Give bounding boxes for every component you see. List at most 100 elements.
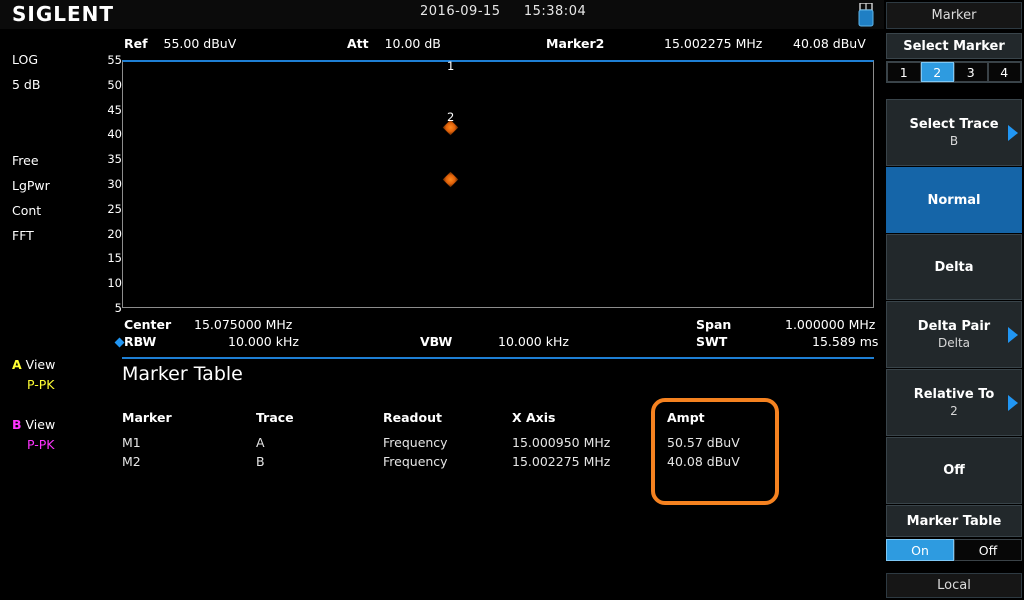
- siglent-logo: SIGLENT: [12, 2, 114, 26]
- marker-table-column: TraceAB: [256, 410, 294, 471]
- softkey-normal[interactable]: Normal: [886, 167, 1022, 233]
- marker-table-divider: [122, 357, 874, 359]
- marker-2-number: 2: [447, 110, 454, 124]
- time-text: 15:38:04: [524, 4, 586, 19]
- marker-table-header: Ampt: [667, 410, 740, 425]
- softkey-off[interactable]: Off: [886, 437, 1022, 504]
- marker-table-cell: 15.000950 MHz: [512, 433, 610, 452]
- rbw-value: 10.000 kHz: [228, 334, 299, 349]
- center-freq-value-wrap: 15.075000 MHz: [194, 317, 292, 332]
- marker-table-header: X Axis: [512, 410, 610, 425]
- marker-table-column: Readout FrequencyFrequency: [383, 410, 448, 471]
- rbw-readout: RBW: [124, 334, 156, 349]
- trace-a-status: A View: [12, 357, 55, 372]
- delta-pair-value: Delta: [938, 335, 970, 352]
- marker-table-on-button[interactable]: On: [886, 539, 954, 561]
- marker-table-column: Ampt 50.57 dBuV40.08 dBuV: [667, 410, 740, 471]
- vbw-value-wrap: 10.000 kHz: [498, 334, 569, 349]
- trace-a-state-label: View: [26, 357, 56, 372]
- marker-readout-ampt: 40.08 dBuV: [793, 36, 866, 51]
- marker-readout-label: Marker2: [546, 36, 604, 51]
- marker-table-cell: M1: [122, 433, 172, 452]
- annunciator-sweep: Cont: [12, 203, 41, 218]
- marker-readout-freq: 15.002275 MHz: [664, 36, 762, 51]
- softkey-delta-pair[interactable]: Delta Pair Delta: [886, 301, 1022, 368]
- relative-to-value: 2: [950, 403, 958, 420]
- softkey-select-trace[interactable]: Select Trace B: [886, 99, 1022, 166]
- att-readout: Att 10.00 dB: [347, 36, 441, 51]
- att-label: Att: [347, 36, 369, 51]
- ref-value: 55.00 dBuV: [164, 36, 237, 51]
- menu-title: Marker: [886, 2, 1022, 29]
- normal-label: Normal: [928, 192, 981, 209]
- marker-option-3[interactable]: 3: [954, 62, 988, 82]
- softkey-delta[interactable]: Delta: [886, 234, 1022, 300]
- marker-label: Marker2: [546, 36, 604, 51]
- trace-b-detector: P-PK: [27, 437, 55, 452]
- rbw-label: RBW: [124, 334, 156, 349]
- softkey-relative-to[interactable]: Relative To 2: [886, 369, 1022, 436]
- marker-ampt-value: 40.08 dBuV: [793, 36, 866, 51]
- y-axis-tick: 30: [107, 178, 122, 190]
- y-axis-tick: 15: [107, 252, 122, 264]
- marker-table-toggle[interactable]: On Off: [886, 539, 1022, 561]
- off-label: Off: [943, 462, 965, 479]
- annunciator-trigger: Free: [12, 153, 39, 168]
- marker-option-1[interactable]: 1: [887, 62, 921, 82]
- graticule-border: [122, 60, 874, 308]
- center-label: Center: [124, 317, 171, 332]
- annunciator-detector: LgPwr: [12, 178, 50, 193]
- softkey-marker-table[interactable]: Marker Table: [886, 505, 1022, 537]
- chevron-right-icon: [1008, 125, 1018, 141]
- local-button[interactable]: Local: [886, 573, 1022, 598]
- datetime-display: 2016-09-15 15:38:04: [420, 4, 586, 19]
- trace-b-letter: B: [12, 417, 22, 432]
- center-freq-readout: Center: [124, 317, 171, 332]
- marker-table-column: MarkerM1M2: [122, 410, 172, 471]
- marker-table-off-button[interactable]: Off: [954, 539, 1022, 561]
- chevron-right-icon: [1008, 395, 1018, 411]
- y-axis-tick: 20: [107, 228, 122, 240]
- softkey-menu: Marker Select Marker 1 2 3 4 Select Trac…: [884, 0, 1024, 600]
- span-label: Span: [696, 317, 731, 332]
- rbw-coupled-indicator: [115, 338, 125, 348]
- date-text: 2016-09-15: [420, 4, 501, 19]
- marker-table-cell: 40.08 dBuV: [667, 452, 740, 471]
- marker-table-cell: 15.002275 MHz: [512, 452, 610, 471]
- spectrum-plot[interactable]: 1 2: [122, 60, 874, 308]
- y-axis-tick: 35: [107, 153, 122, 165]
- annunciator-scale-div: 5 dB: [12, 77, 40, 92]
- y-axis-tick: 55: [107, 54, 122, 66]
- marker-table-column: X Axis 15.000950 MHz15.002275 MHz: [512, 410, 610, 471]
- marker-table-cell: Frequency: [383, 452, 448, 471]
- delta-label: Delta: [934, 259, 973, 276]
- vbw-readout: VBW: [420, 334, 452, 349]
- marker-table-cell: B: [256, 452, 294, 471]
- annunciator-engine: FFT: [12, 228, 34, 243]
- span-readout: Span: [696, 317, 731, 332]
- ref-readout: Ref 55.00 dBuV: [124, 36, 236, 51]
- trace-a-detector: P-PK: [27, 377, 55, 392]
- ref-label: Ref: [124, 36, 148, 51]
- swt-readout: SWT: [696, 334, 727, 349]
- att-value: 10.00 dB: [385, 36, 441, 51]
- select-marker-options[interactable]: 1 2 3 4: [886, 61, 1022, 83]
- relative-to-label: Relative To: [914, 386, 995, 403]
- span-value: 1.000000 MHz: [785, 317, 875, 332]
- marker-table-cell: M2: [122, 452, 172, 471]
- marker-1-number: 1: [447, 60, 454, 73]
- vbw-label: VBW: [420, 334, 452, 349]
- marker-table-title: Marker Table: [122, 363, 243, 385]
- softkey-select-marker[interactable]: Select Marker: [886, 33, 1022, 59]
- marker-table-cell: 50.57 dBuV: [667, 433, 740, 452]
- chevron-right-icon: [1008, 327, 1018, 343]
- swt-label: SWT: [696, 334, 727, 349]
- marker-option-2[interactable]: 2: [921, 62, 955, 82]
- marker-option-4[interactable]: 4: [988, 62, 1022, 82]
- marker-table-header: Readout: [383, 410, 448, 425]
- y-axis-tick: 50: [107, 79, 122, 91]
- annunciator-scale-type: LOG: [12, 52, 38, 67]
- y-axis-tick: 25: [107, 203, 122, 215]
- top-bar: SIGLENT 2016-09-15 15:38:04: [0, 0, 884, 29]
- marker-table-cell: Frequency: [383, 433, 448, 452]
